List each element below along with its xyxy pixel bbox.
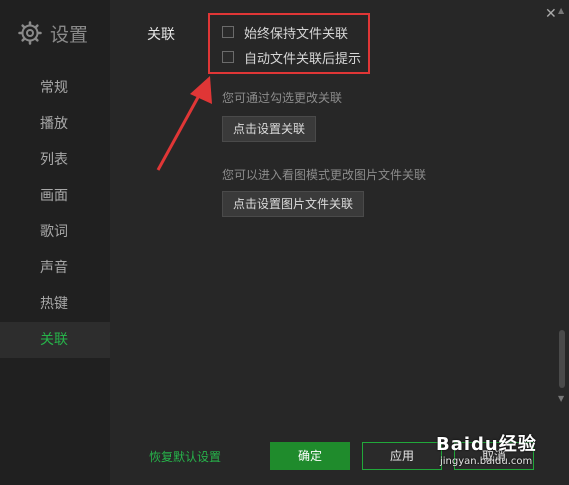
baidu-watermark: Baidu经验 jingyan.baidu.com (432, 428, 568, 480)
close-icon[interactable]: ✕ (545, 6, 557, 22)
highlight-box (208, 13, 370, 74)
image-association-hint: 您可以进入看图模式更改图片文件关联 (222, 168, 427, 182)
sidebar-nav: 常规 播放 列表 画面 歌词 声音 热键 关联 (0, 70, 110, 358)
settings-title-text: 设置 (50, 23, 89, 46)
sidebar-item-sound[interactable]: 声音 (0, 250, 110, 286)
set-association-button[interactable]: 点击设置关联 (222, 116, 317, 142)
sidebar: 设置 常规 播放 列表 画面 歌词 声音 热键 关联 (0, 0, 110, 485)
sidebar-item-list[interactable]: 列表 (0, 142, 110, 178)
apply-button[interactable]: 应用 (362, 442, 442, 470)
scrollbar-thumb[interactable] (559, 330, 565, 388)
scroll-up-icon[interactable]: ▲ (558, 6, 564, 15)
sidebar-item-association[interactable]: 关联 (0, 322, 110, 358)
settings-title: 设置 (18, 20, 88, 46)
sidebar-item-video[interactable]: 画面 (0, 178, 110, 214)
restore-defaults-link[interactable]: 恢复默认设置 (149, 448, 221, 465)
set-image-association-button[interactable]: 点击设置图片文件关联 (222, 191, 365, 217)
sidebar-item-playback[interactable]: 播放 (0, 106, 110, 142)
gear-icon (18, 21, 42, 45)
section-label: 关联 (147, 27, 175, 43)
sidebar-item-lyrics[interactable]: 歌词 (0, 214, 110, 250)
red-arrow-icon (156, 76, 212, 171)
scroll-down-icon[interactable]: ▼ (558, 394, 564, 403)
association-hint: 您可通过勾选更改关联 (222, 91, 343, 105)
sidebar-item-hotkeys[interactable]: 热键 (0, 286, 110, 322)
ok-button[interactable]: 确定 (270, 442, 350, 470)
watermark-brand: Baidu经验 (436, 434, 537, 455)
sidebar-item-general[interactable]: 常规 (0, 70, 110, 106)
watermark-url: jingyan.baidu.com (440, 456, 533, 467)
